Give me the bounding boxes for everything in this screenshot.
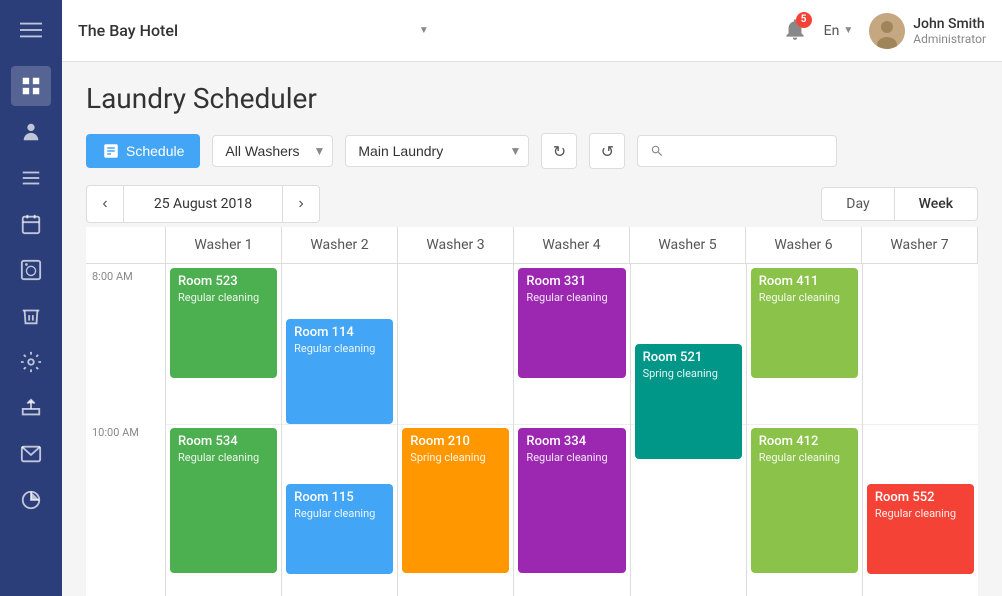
washer-filter-wrapper: All Washers Washer 1 Washer 2 ▼ bbox=[212, 135, 333, 167]
history-button[interactable]: ↺ bbox=[589, 133, 625, 169]
date-navigator: ‹ 25 August 2018 › bbox=[86, 185, 320, 223]
chart-icon[interactable] bbox=[11, 480, 51, 520]
page-title: Laundry Scheduler bbox=[86, 82, 978, 115]
washer-col-4: Room 331 Regular cleaning Room 334 Regul… bbox=[514, 264, 630, 596]
search-input[interactable] bbox=[671, 143, 825, 159]
refresh-button[interactable]: ↻ bbox=[541, 133, 577, 169]
washer-col-6: Room 411 Regular cleaning Room 412 Regul… bbox=[747, 264, 863, 596]
header-right: 5 En ▼ John Smith Administrator bbox=[782, 13, 986, 49]
toolbar: Schedule All Washers Washer 1 Washer 2 ▼… bbox=[86, 133, 978, 169]
notification-button[interactable]: 5 bbox=[782, 16, 808, 46]
lang-dropdown-arrow: ▼ bbox=[843, 25, 853, 36]
washer-col-5: Room 521 Spring cleaning bbox=[631, 264, 747, 596]
event-room115[interactable]: Room 115 Regular cleaning bbox=[286, 484, 393, 574]
event-room411[interactable]: Room 411 Regular cleaning bbox=[751, 268, 858, 378]
date-display: 25 August 2018 bbox=[123, 186, 283, 222]
time-label-8am: 8:00 AM bbox=[86, 266, 139, 283]
hotel-name: The Bay Hotel bbox=[78, 21, 407, 40]
event-room523[interactable]: Room 523 Regular cleaning bbox=[170, 268, 277, 378]
schedule-button[interactable]: Schedule bbox=[86, 134, 200, 168]
event-room331[interactable]: Room 331 Regular cleaning bbox=[518, 268, 625, 378]
settings-icon[interactable] bbox=[11, 342, 51, 382]
washer-col-7: Room 552 Regular cleaning bbox=[863, 264, 978, 596]
event-room210[interactable]: Room 210 Spring cleaning bbox=[402, 428, 509, 573]
calendar-nav-row: ‹ 25 August 2018 › Day Week bbox=[86, 185, 978, 223]
prev-date-button[interactable]: ‹ bbox=[87, 186, 123, 222]
event-room412[interactable]: Room 412 Regular cleaning bbox=[751, 428, 858, 573]
top-header: The Bay Hotel ▼ 5 En ▼ bbox=[62, 0, 1002, 62]
scheduler-body: 8:00 AM 10:00 AM Room 523 Regular cleani… bbox=[86, 264, 978, 596]
search-icon bbox=[650, 143, 664, 159]
calendar-icon[interactable] bbox=[11, 204, 51, 244]
trash-icon[interactable] bbox=[11, 296, 51, 336]
washer-header-1: Washer 1 bbox=[166, 227, 282, 263]
user-details: John Smith Administrator bbox=[913, 16, 986, 46]
user-menu[interactable]: John Smith Administrator bbox=[869, 13, 986, 49]
list-icon[interactable] bbox=[11, 158, 51, 198]
washer-header-4: Washer 4 bbox=[514, 227, 630, 263]
person-icon[interactable] bbox=[11, 112, 51, 152]
avatar bbox=[869, 13, 905, 49]
menu-icon[interactable] bbox=[11, 10, 51, 50]
next-date-button[interactable]: › bbox=[283, 186, 319, 222]
scheduler: Washer 1 Washer 2 Washer 3 Washer 4 Wash… bbox=[86, 227, 978, 596]
user-name: John Smith bbox=[913, 16, 986, 32]
main-content: The Bay Hotel ▼ 5 En ▼ bbox=[62, 0, 1002, 596]
washer-col-3: Room 210 Spring cleaning bbox=[398, 264, 514, 596]
washer-header-2: Washer 2 bbox=[282, 227, 398, 263]
mail-icon[interactable] bbox=[11, 434, 51, 474]
washer-filter-select[interactable]: All Washers Washer 1 Washer 2 bbox=[212, 135, 333, 167]
tab-week[interactable]: Week bbox=[894, 187, 978, 221]
event-room552[interactable]: Room 552 Regular cleaning bbox=[867, 484, 974, 574]
washer-header-6: Washer 6 bbox=[746, 227, 862, 263]
page-content: Laundry Scheduler Schedule All Washers W… bbox=[62, 62, 1002, 596]
user-role: Administrator bbox=[913, 32, 986, 46]
event-room521[interactable]: Room 521 Spring cleaning bbox=[635, 344, 742, 459]
time-column: 8:00 AM 10:00 AM bbox=[86, 264, 166, 596]
washer-col-1: Room 523 Regular cleaning Room 534 Regul… bbox=[166, 264, 282, 596]
hotel-dropdown-arrow[interactable]: ▼ bbox=[419, 25, 429, 36]
washer-columns: Room 523 Regular cleaning Room 534 Regul… bbox=[166, 264, 978, 596]
washer-col-2: Room 114 Regular cleaning Room 115 Regul… bbox=[282, 264, 398, 596]
scheduler-header: Washer 1 Washer 2 Washer 3 Washer 4 Wash… bbox=[86, 227, 978, 264]
tray-icon[interactable] bbox=[11, 388, 51, 428]
washer-machine-icon[interactable] bbox=[11, 250, 51, 290]
event-room334[interactable]: Room 334 Regular cleaning bbox=[518, 428, 625, 573]
time-label-10am: 10:00 AM bbox=[86, 422, 145, 439]
language-selector[interactable]: En ▼ bbox=[824, 23, 854, 39]
search-box bbox=[637, 135, 837, 167]
location-filter-wrapper: Main Laundry Second Floor Laundry ▼ bbox=[345, 135, 529, 167]
sidebar bbox=[0, 0, 62, 596]
notification-badge: 5 bbox=[796, 12, 812, 28]
washer-header-7: Washer 7 bbox=[862, 227, 978, 263]
time-col-header bbox=[86, 227, 166, 263]
washer-header-3: Washer 3 bbox=[398, 227, 514, 263]
view-tabs: Day Week bbox=[821, 187, 978, 221]
tab-day[interactable]: Day bbox=[821, 187, 893, 221]
event-room114[interactable]: Room 114 Regular cleaning bbox=[286, 319, 393, 424]
location-filter-select[interactable]: Main Laundry Second Floor Laundry bbox=[345, 135, 529, 167]
event-room534[interactable]: Room 534 Regular cleaning bbox=[170, 428, 277, 573]
grid-icon[interactable] bbox=[11, 66, 51, 106]
washer-header-5: Washer 5 bbox=[630, 227, 746, 263]
